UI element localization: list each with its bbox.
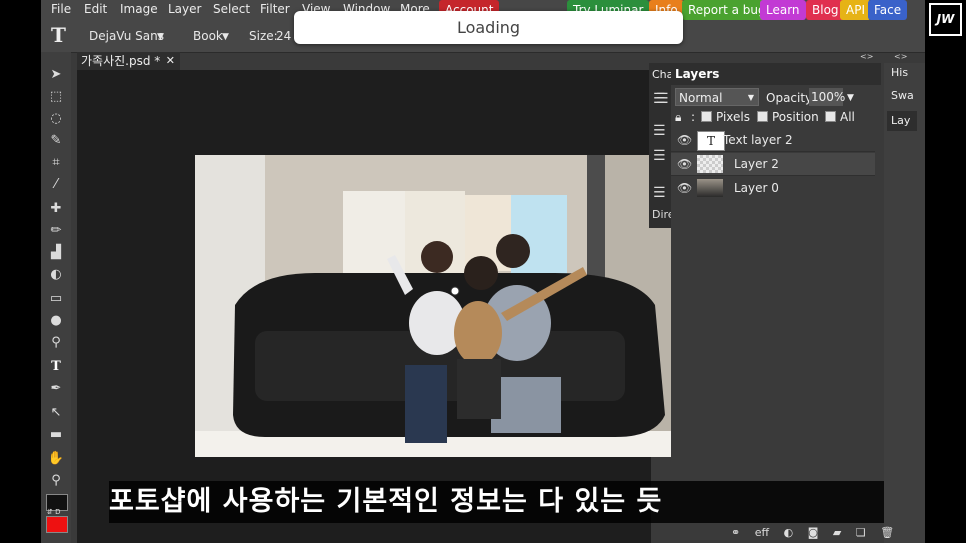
new-layer-icon[interactable]: ❏ [856,526,866,539]
layer-row[interactable]: 👁︎ T Text layer 2 [671,129,875,152]
eye-icon[interactable]: 👁︎ [677,129,692,151]
brush-tool-icon[interactable]: ✏ [47,222,65,240]
layers-title: Layers [675,67,720,81]
effects-icon[interactable]: eff [755,526,769,539]
mask-icon[interactable]: ◙ [808,526,819,539]
eye-icon[interactable]: 👁︎ [677,177,692,199]
lock-icon: 🔒︎ [675,110,682,124]
swap-colors-icon[interactable]: ⇵ D [47,508,60,516]
paragraph-align-icon[interactable]: ☰ [653,123,666,139]
crop-tool-icon[interactable]: ⌗ [47,154,65,172]
gradient-tool-icon[interactable]: ▭ [47,290,65,308]
chevron-down-icon[interactable]: ▼ [847,93,854,103]
subtitle-caption: 포토샵에 사용하는 기본적인 정보는 다 있는 듯 [109,481,884,523]
eraser-tool-icon[interactable]: ◐ [47,266,65,284]
opacity-label: Opacity: [766,91,816,105]
delete-icon[interactable]: 🗑︎ [880,526,894,539]
lock-pixels-checkbox[interactable]: Pixels [701,110,750,124]
font-family-select[interactable]: DejaVu Sans [89,29,164,43]
collapse-panels-icon[interactable]: <> [860,52,873,61]
marquee-tool-icon[interactable]: ⬚ [47,88,65,106]
clone-stamp-tool-icon[interactable]: ▟ [47,244,65,262]
path-select-tool-icon[interactable]: ↖ [47,404,65,422]
report-bug-button[interactable]: Report a bug [682,0,772,20]
blur-tool-icon[interactable]: ● [47,312,65,330]
adjustment-icon[interactable]: ◐ [784,526,794,539]
chevron-down-icon: ▼ [747,93,754,102]
layer-name: Layer 2 [734,157,779,171]
chevron-down-icon: ▼ [157,32,164,42]
layer-row-selected[interactable]: 👁︎ Layer 2 [671,153,875,176]
photo-layer-thumbnail [697,179,723,197]
lock-separator: : [691,110,696,124]
layer-name: Text layer 2 [723,133,793,147]
transparent-layer-thumbnail [697,155,723,173]
opacity-input[interactable]: 100% [809,88,846,106]
pen-tool-icon[interactable]: ✒ [47,380,65,398]
api-button[interactable]: API [840,0,871,20]
blend-mode-select[interactable]: Normal ▼ [675,88,759,106]
eye-icon[interactable]: 👁︎ [677,153,692,175]
collapse-panels-icon[interactable]: <> [894,52,907,61]
menu-edit[interactable]: Edit [84,2,107,16]
size-label: Size: [249,29,278,43]
lock-all-checkbox[interactable]: All [825,110,855,124]
layer-row[interactable]: 👁︎ Layer 0 [671,177,875,199]
menu-file[interactable]: File [51,2,71,16]
close-icon[interactable]: ✕ [166,52,175,70]
menu-image[interactable]: Image [120,2,158,16]
channel-logo: JW [929,3,962,36]
paragraph-align-icon: ☰ [656,91,669,107]
dodge-tool-icon[interactable]: ⚲ [47,334,65,352]
background-color-swatch[interactable] [46,516,68,533]
hand-tool-icon[interactable]: ✋ [47,450,65,468]
canvas-photo[interactable] [195,155,671,457]
folder-icon[interactable]: ▰ [833,526,841,539]
text-layer-thumbnail: T [697,131,725,151]
link-icon[interactable]: ⚭ [731,526,740,539]
menu-layer[interactable]: Layer [168,2,201,16]
type-tool-icon[interactable]: T [47,358,65,376]
swatches-tab[interactable]: Swa [891,89,914,102]
layers-bottom-toolbar: ⚭ eff ◐ ◙ ▰ ❏ 🗑︎ [731,526,905,539]
move-tool-icon[interactable]: ➤ [47,66,65,84]
learn-button[interactable]: Learn [760,0,806,20]
zoom-tool-icon[interactable]: ⚲ [47,472,65,490]
menu-select[interactable]: Select [213,2,250,16]
right-panel-strip: His Swa Lay [884,63,925,543]
face-button[interactable]: Face [868,0,908,20]
document-tab[interactable]: 가족사진.psd * ✕ [77,52,180,70]
layers-tab[interactable]: Layers [671,63,881,85]
type-tool-icon: T [51,23,66,47]
loading-toast: Loading [294,11,683,44]
chevron-down-icon: ▼ [222,32,229,42]
lasso-tool-icon[interactable]: ◌ [47,110,65,128]
layers-collapsed-tab[interactable]: Lay [887,111,917,131]
paragraph-align-icon[interactable]: ☰ [653,148,666,164]
family-photo-image [195,155,671,457]
blog-button[interactable]: Blog [806,0,845,20]
layers-panel: Layers ☰ Normal ▼ Opacity: 100% ▼ 🔒︎ : P… [656,63,881,543]
tools-panel: ➤ ⬚ ◌ ✎ ⌗ ⁄ ✚ ✏ ▟ ◐ ▭ ● ⚲ T ✒ ↖ ▬ ✋ ⚲ ⇵ … [41,52,71,543]
healing-brush-tool-icon[interactable]: ✚ [47,200,65,218]
font-style-select[interactable]: Book [193,29,223,43]
history-tab[interactable]: His [891,66,908,79]
paragraph-align-icon[interactable]: ☰ [653,185,666,201]
document-title: 가족사진.psd * [81,54,161,68]
menu-filter[interactable]: Filter [260,2,290,16]
shape-tool-icon[interactable]: ▬ [47,426,65,444]
layer-name: Layer 0 [734,181,779,195]
eyedropper-tool-icon[interactable]: ⁄ [47,176,65,194]
opacity-value: 100% [811,90,846,104]
blend-mode-value: Normal [679,91,723,105]
quick-select-tool-icon[interactable]: ✎ [47,132,65,150]
photopea-window: File Edit Image Layer Select Filter View… [41,0,925,543]
lock-position-checkbox[interactable]: Position [757,110,819,124]
